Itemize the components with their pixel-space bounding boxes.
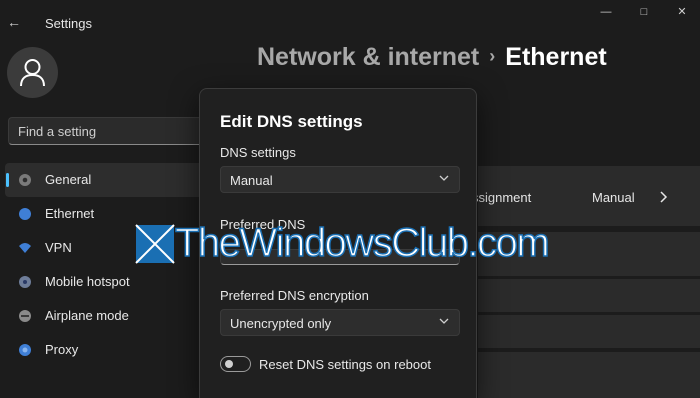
- general-icon: [19, 174, 31, 186]
- airplane-icon: [19, 310, 31, 322]
- dns-encryption-dropdown[interactable]: Unencrypted only: [220, 309, 460, 336]
- settings-card: [478, 315, 700, 348]
- minimize-icon[interactable]: —: [594, 4, 618, 20]
- reset-dns-toggle-label: Reset DNS settings on reboot: [259, 357, 431, 372]
- avatar[interactable]: [7, 47, 58, 98]
- watermark: TheWindowsClub.com: [135, 220, 585, 272]
- proxy-icon: [19, 344, 31, 356]
- sidebar-item-label: Airplane mode: [45, 308, 129, 323]
- search-input[interactable]: Find a setting: [8, 117, 208, 145]
- hotspot-icon: [19, 276, 31, 288]
- dialog-title: Edit DNS settings: [220, 112, 363, 131]
- toggle-knob: [225, 360, 233, 368]
- ethernet-icon: [19, 208, 31, 220]
- user-icon: [20, 59, 45, 87]
- dns-settings-dropdown[interactable]: Manual: [220, 166, 460, 193]
- dropdown-value: Manual: [230, 173, 273, 188]
- sidebar-item-airplane-mode[interactable]: Airplane mode: [5, 299, 205, 333]
- chevron-right-icon: ›: [489, 46, 496, 66]
- breadcrumb: Network & internet › Ethernet: [257, 43, 607, 72]
- breadcrumb-parent[interactable]: Network & internet: [257, 43, 479, 71]
- preferred-dns-encryption-label: Preferred DNS encryption: [220, 288, 369, 303]
- settings-card: [478, 279, 700, 312]
- sidebar-item-proxy[interactable]: Proxy: [5, 333, 205, 367]
- settings-card: [478, 352, 700, 398]
- sidebar-item-general[interactable]: General: [5, 163, 205, 197]
- dropdown-value: Unencrypted only: [230, 316, 332, 331]
- card-value: Manual: [592, 190, 635, 205]
- maximize-icon[interactable]: □: [632, 4, 656, 20]
- breadcrumb-current: Ethernet: [505, 43, 607, 71]
- arrow-left-icon[interactable]: ←: [4, 12, 24, 32]
- title-bar: ← Settings — □ ✕: [0, 0, 700, 46]
- reset-dns-toggle[interactable]: [220, 356, 251, 372]
- active-indicator: [6, 173, 9, 187]
- sidebar-item-label: Ethernet: [45, 206, 95, 221]
- dns-settings-label: DNS settings: [220, 145, 296, 160]
- chevron-down-icon: [439, 318, 449, 324]
- chevron-down-icon: [439, 175, 449, 181]
- chevron-right-icon: [660, 191, 668, 203]
- close-icon[interactable]: ✕: [670, 4, 694, 20]
- app-title: Settings: [45, 16, 92, 31]
- sidebar-item-label: Mobile hotspot: [45, 274, 130, 289]
- sidebar-item-label: Proxy: [45, 342, 79, 357]
- vpn-icon: [19, 243, 31, 253]
- search-placeholder: Find a setting: [18, 124, 97, 139]
- sidebar-item-label: General: [45, 172, 92, 187]
- ip-assignment-card[interactable]: ssignment Manual: [472, 166, 700, 226]
- watermark-logo-icon: [135, 224, 175, 264]
- card-label: ssignment: [472, 190, 532, 205]
- sidebar-item-label: VPN: [45, 240, 72, 255]
- watermark-text: TheWindowsClub.com: [174, 220, 550, 266]
